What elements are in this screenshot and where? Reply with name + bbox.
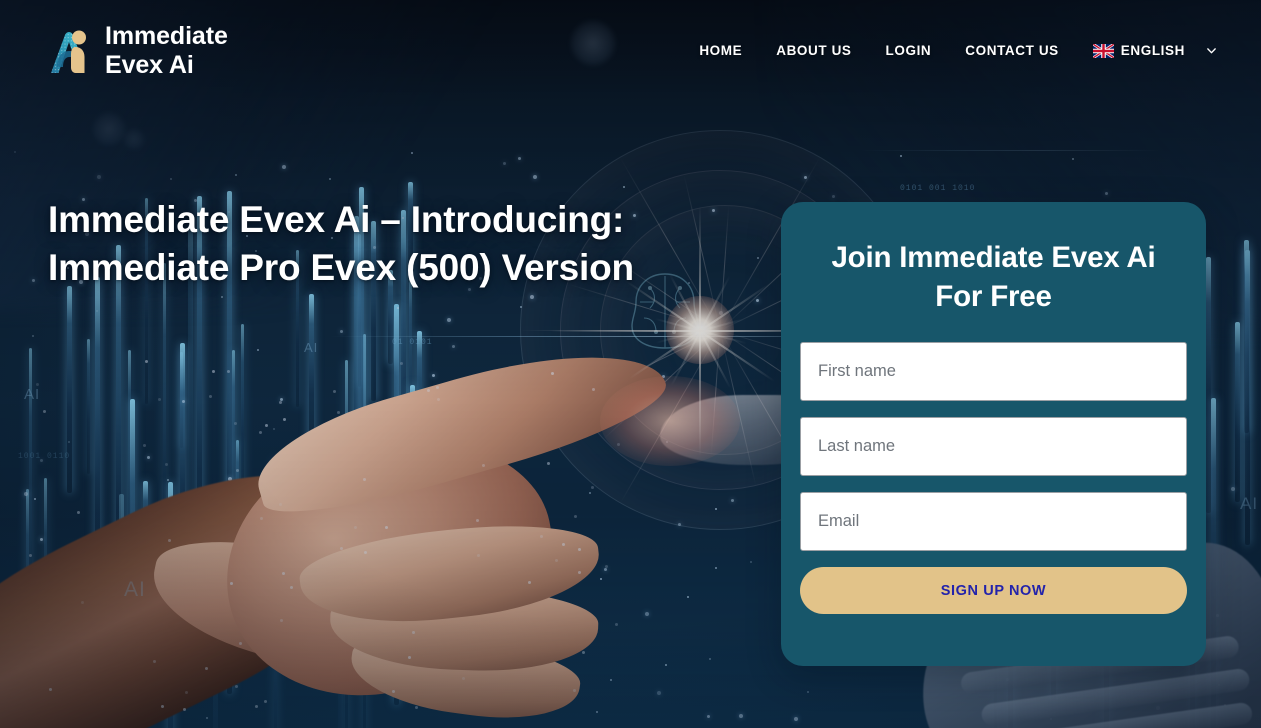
nav-item-contact-us[interactable]: CONTACT US — [948, 33, 1076, 68]
nav-item-about-us[interactable]: ABOUT US — [759, 33, 868, 68]
chevron-down-icon — [1207, 48, 1216, 54]
immediate-evex-ai-logo-icon — [51, 30, 86, 73]
page-title: Immediate Evex Ai – Introducing: Immedia… — [48, 196, 748, 291]
first-name-input[interactable] — [800, 342, 1187, 402]
language-switcher[interactable]: ENGLISH — [1076, 33, 1219, 68]
nav-item-home[interactable]: HOME — [682, 33, 759, 68]
signup-title-line-2: For Free — [935, 280, 1052, 314]
main-navigation: HOME ABOUT US LOGIN CONTACT US ENGLISH — [682, 33, 1219, 68]
signup-title-line-1: Join Immediate Evex Ai — [831, 241, 1156, 274]
uk-flag-icon — [1092, 43, 1114, 58]
brand-name: Immediate Evex Ai — [105, 22, 228, 79]
email-input[interactable] — [800, 492, 1187, 552]
signup-card: Join Immediate Evex Ai For Free SIGN UP … — [781, 202, 1206, 666]
language-label: ENGLISH — [1120, 43, 1185, 58]
signup-card-title: Join Immediate Evex Ai For Free — [800, 238, 1187, 316]
brand-logo-link[interactable]: Immediate Evex Ai — [48, 22, 228, 79]
hero-title-line-2: Immediate Pro Evex (500) Version — [48, 246, 634, 288]
hero-title-line-1: Immediate Evex Ai – Introducing: — [48, 199, 625, 240]
sign-up-now-button[interactable]: SIGN UP NOW — [800, 567, 1187, 615]
nav-item-login[interactable]: LOGIN — [869, 33, 949, 68]
landing-page: 01 0101 0101 001 1010 1001 0110 — [0, 0, 1261, 728]
last-name-input[interactable] — [800, 417, 1187, 477]
site-header: Immediate Evex Ai HOME ABOUT US LOGIN CO… — [0, 0, 1261, 101]
hero-copy: Immediate Evex Ai – Introducing: Immedia… — [48, 196, 748, 291]
